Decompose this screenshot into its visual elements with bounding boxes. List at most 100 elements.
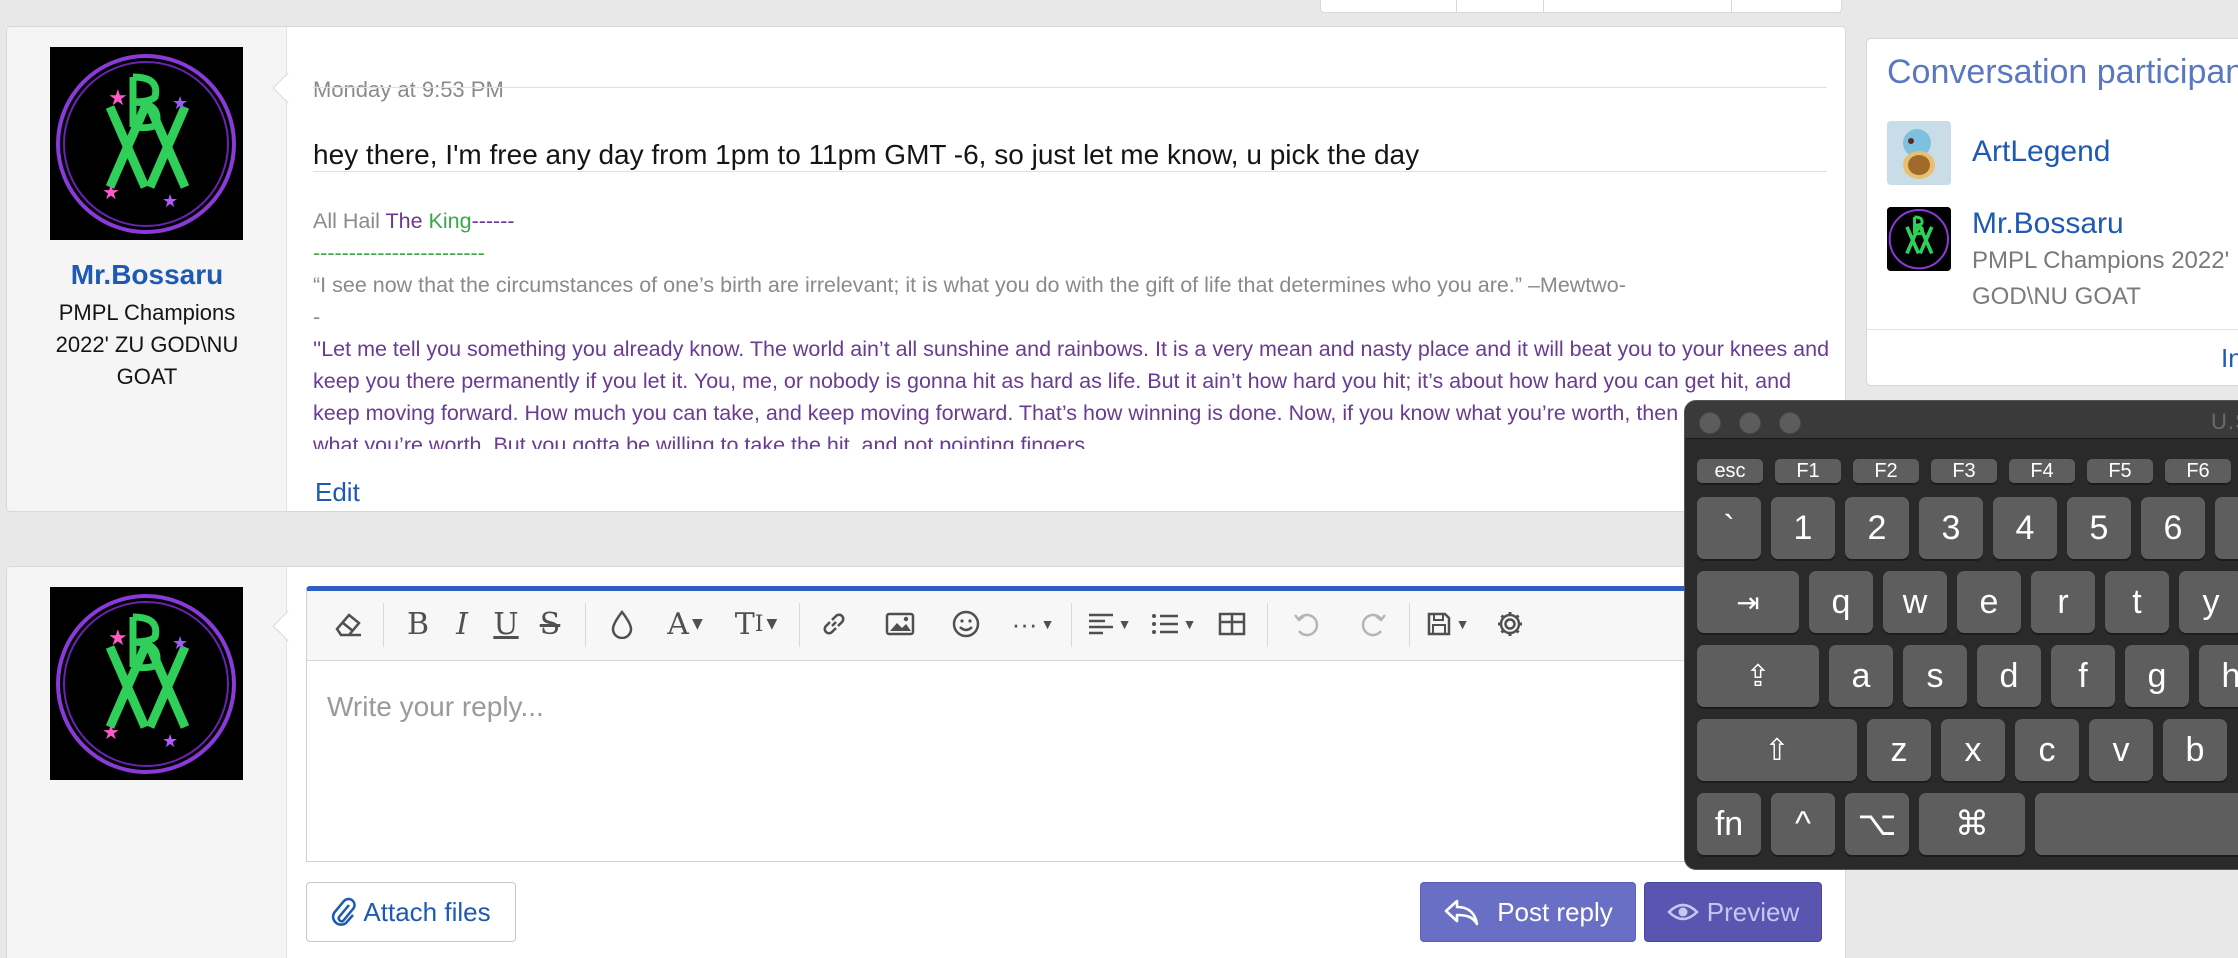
participant-avatar[interactable] (1887, 207, 1951, 271)
key-r[interactable]: r (2031, 571, 2095, 633)
key-g[interactable]: g (2125, 645, 2189, 707)
redo-icon[interactable] (1349, 601, 1399, 647)
key-shift[interactable]: ⇧ (1697, 719, 1857, 781)
participant-title-line: PMPL Champions 2022' (1972, 247, 2230, 274)
smilies-icon[interactable] (941, 601, 991, 647)
key-3[interactable]: 3 (1919, 497, 1983, 559)
key-y[interactable]: y (2179, 571, 2238, 633)
key-f5[interactable]: F5 (2087, 459, 2153, 483)
key-esc[interactable]: esc (1697, 459, 1763, 483)
participant-name[interactable]: Mr.Bossaru (1972, 207, 2124, 241)
key-2[interactable]: 2 (1845, 497, 1909, 559)
key-space[interactable] (2035, 793, 2238, 855)
image-icon[interactable] (875, 601, 925, 647)
key-q[interactable]: q (1809, 571, 1873, 633)
post-reply-button[interactable]: Post reply (1420, 882, 1636, 942)
key-f6[interactable]: F6 (2165, 459, 2231, 483)
toolbar-separator (585, 603, 586, 647)
svg-text:★: ★ (162, 731, 178, 752)
settings-icon[interactable] (1485, 601, 1535, 647)
strikethrough-icon[interactable]: S (525, 601, 575, 647)
invite-link[interactable]: In (2221, 343, 2238, 374)
toolbar-separator (383, 603, 384, 647)
panel-title: Conversation participants (1887, 53, 2238, 91)
eye-icon (1666, 900, 1699, 924)
key-backtick[interactable]: ` (1697, 497, 1761, 559)
key-s[interactable]: s (1903, 645, 1967, 707)
key-f2[interactable]: F2 (1853, 459, 1919, 483)
svg-text:★: ★ (172, 633, 188, 654)
top-tab-strip (1320, 0, 1842, 13)
edit-link[interactable]: Edit (315, 477, 360, 508)
zoom-icon[interactable] (1779, 412, 1801, 434)
align-icon[interactable]: ▼ (1079, 601, 1139, 647)
svg-text:★: ★ (172, 93, 188, 114)
key-control[interactable]: ^ (1771, 793, 1835, 855)
font-size-icon[interactable]: T I ▼ (723, 601, 789, 647)
bold-icon[interactable]: B (393, 601, 443, 647)
signature-quote-1: “I see now that the circumstances of one… (313, 273, 1626, 297)
key-b[interactable]: b (2163, 719, 2227, 781)
key-6[interactable]: 6 (2141, 497, 2205, 559)
key-a[interactable]: a (1829, 645, 1893, 707)
key-7[interactable] (2215, 497, 2238, 559)
participant-title-line: GOD\NU GOAT (1972, 283, 2141, 310)
key-w[interactable]: w (1883, 571, 1947, 633)
key-c[interactable]: c (2015, 719, 2079, 781)
key-f1[interactable]: F1 (1775, 459, 1841, 483)
key-1[interactable]: 1 (1771, 497, 1835, 559)
key-e[interactable]: e (1957, 571, 2021, 633)
font-family-icon[interactable]: A ▼ (655, 601, 715, 647)
key-x[interactable]: x (1941, 719, 2005, 781)
participant-avatar[interactable] (1887, 121, 1951, 185)
key-caps-lock[interactable]: ⇪ (1697, 645, 1819, 707)
link-icon[interactable] (809, 601, 859, 647)
key-5[interactable]: 5 (2067, 497, 2131, 559)
text-color-icon[interactable] (599, 601, 645, 647)
avatar[interactable]: ★ ★ ★ ★ (50, 47, 243, 240)
eraser-icon[interactable] (323, 601, 373, 647)
key-f4[interactable]: F4 (2009, 459, 2075, 483)
keyboard-titlebar[interactable]: U.S. (1685, 401, 2238, 439)
participant-name[interactable]: ArtLegend (1972, 135, 2110, 169)
table-icon[interactable] (1207, 601, 1257, 647)
undo-icon[interactable] (1281, 601, 1331, 647)
key-v[interactable]: v (2089, 719, 2153, 781)
avatar-image: ★ ★ ★ ★ (56, 594, 236, 774)
key-option[interactable]: ⌥ (1845, 793, 1909, 855)
italic-icon[interactable]: I (437, 601, 487, 647)
key-d[interactable]: d (1977, 645, 2041, 707)
svg-text:★: ★ (102, 180, 120, 204)
signature: All Hail The King------ ----------------… (313, 205, 1833, 449)
more-icon[interactable]: ··· ▼ (1003, 601, 1063, 647)
key-command[interactable]: ⌘ (1919, 793, 2025, 855)
reply-input[interactable]: Write your reply... (327, 691, 544, 723)
key-t[interactable]: t (2105, 571, 2169, 633)
reply-icon (1443, 897, 1479, 927)
author-title: PMPL Champions 2022' ZU GOD\NU GOAT (55, 300, 239, 389)
preview-button[interactable]: Preview (1644, 882, 1822, 942)
underline-icon[interactable]: U (481, 601, 531, 647)
svg-text:★: ★ (108, 626, 128, 651)
attach-files-label: Attach files (363, 896, 491, 927)
key-z[interactable]: z (1867, 719, 1931, 781)
minimize-icon[interactable] (1739, 412, 1761, 434)
message-date[interactable]: Monday at 9:53 PM (313, 77, 504, 103)
key-4[interactable]: 4 (1993, 497, 2057, 559)
key-h[interactable]: h (2199, 645, 2238, 707)
list-icon[interactable]: ▼ (1143, 601, 1203, 647)
key-tab[interactable]: ⇥ (1697, 571, 1799, 633)
avatar[interactable]: ★ ★ ★ ★ (50, 587, 243, 780)
key-fn[interactable]: fn (1697, 793, 1761, 855)
attach-files-button[interactable]: Attach files (306, 882, 516, 942)
drafts-icon[interactable]: ▼ (1417, 601, 1477, 647)
reply-editor: B I U S A ▼ T I ▼ ··· ▼ ▼ ▼ ▼ Write your… (306, 586, 1826, 862)
toolbar-separator (1071, 603, 1072, 647)
sig-text: ------ (471, 209, 515, 233)
author-name[interactable]: Mr.Bossaru (7, 259, 287, 291)
key-f[interactable]: f (2051, 645, 2115, 707)
key-f3[interactable]: F3 (1931, 459, 1997, 483)
paperclip-icon (331, 897, 357, 927)
close-icon[interactable] (1699, 412, 1721, 434)
signature-line-2: ------------------------ (313, 241, 485, 265)
